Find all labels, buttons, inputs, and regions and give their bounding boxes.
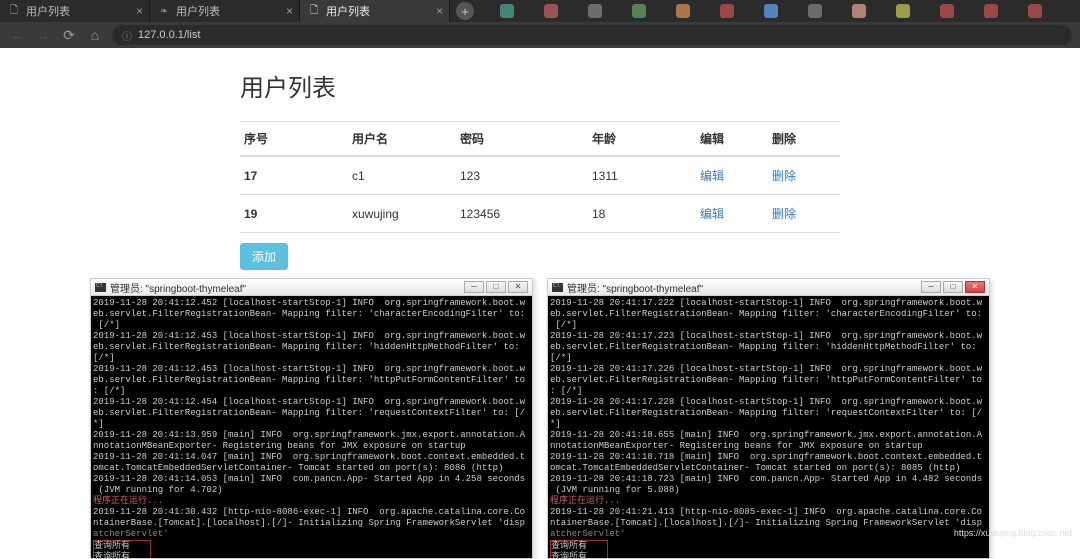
cell-id: 17 (240, 156, 348, 195)
cell-edit: 编辑 (696, 156, 768, 195)
bookmark-icon[interactable] (940, 4, 954, 18)
maximize-button[interactable]: □ (943, 281, 963, 293)
browser-tab-1[interactable]: ❧ 用户列表 × (150, 0, 300, 22)
cmd-icon (95, 283, 106, 292)
cell-delete: 删除 (768, 156, 840, 195)
cell-delete: 删除 (768, 195, 840, 233)
browser-tab-strip: 🗋 用户列表 × ❧ 用户列表 × 🗋 用户列表 × + (0, 0, 1080, 22)
col-username: 用户名 (348, 122, 456, 157)
table-row: 19xuwujing12345618 编辑 删除 (240, 195, 840, 233)
page-icon: 🗋 (308, 5, 320, 17)
user-table: 序号 用户名 密码 年龄 编辑 删除 17c11231311编辑删除19xuwu… (240, 121, 840, 233)
page-title: 用户列表 (240, 68, 840, 103)
bookmark-icon[interactable] (896, 4, 910, 18)
cell-id: 19 (240, 195, 348, 233)
bookmark-icon[interactable] (764, 4, 778, 18)
terminal-window-1: 管理员: "springboot-thymeleaf"─□✕2019-11-28… (547, 278, 990, 559)
url-text: 127.0.0.1/list (138, 29, 200, 41)
bookmark-icon[interactable] (852, 4, 866, 18)
page-icon: 🗋 (8, 5, 20, 17)
bookmark-strip (480, 0, 1080, 22)
browser-tab-0[interactable]: 🗋 用户列表 × (0, 0, 150, 22)
col-delete: 删除 (768, 122, 840, 157)
cell-age: 18 (588, 195, 696, 233)
table-header-row: 序号 用户名 密码 年龄 编辑 删除 (240, 122, 840, 157)
terminal-output[interactable]: 2019-11-28 20:41:17.222 [localhost-start… (548, 296, 989, 558)
edit-link[interactable]: 编辑 (700, 169, 724, 183)
delete-link[interactable]: 删除 (772, 207, 796, 221)
bookmark-icon[interactable] (676, 4, 690, 18)
bookmark-icon[interactable] (1028, 4, 1042, 18)
bookmark-icon[interactable] (984, 4, 998, 18)
info-icon: ⓘ (122, 28, 132, 43)
terminal-window-0: 管理员: "springboot-thymeleaf"─□✕2019-11-28… (90, 278, 533, 559)
terminal-output[interactable]: 2019-11-28 20:41:12.452 [localhost-start… (91, 296, 532, 558)
titlebar[interactable]: 管理员: "springboot-thymeleaf"─□✕ (91, 279, 532, 296)
maximize-button[interactable]: □ (486, 281, 506, 293)
forward-button[interactable]: → (34, 27, 52, 43)
titlebar[interactable]: 管理员: "springboot-thymeleaf"─□✕ (548, 279, 989, 296)
close-icon[interactable]: × (436, 4, 443, 18)
close-icon[interactable]: × (286, 4, 293, 18)
edit-link[interactable]: 编辑 (700, 207, 724, 221)
terminals-row: 管理员: "springboot-thymeleaf"─□✕2019-11-28… (0, 270, 1080, 559)
bookmark-icon[interactable] (808, 4, 822, 18)
cmd-icon (552, 283, 563, 292)
cell-username: c1 (348, 156, 456, 195)
col-id: 序号 (240, 122, 348, 157)
close-icon[interactable]: × (136, 4, 143, 18)
table-row: 17c11231311 编辑 删除 (240, 156, 840, 195)
browser-tab-2[interactable]: 🗋 用户列表 × (300, 0, 450, 22)
reload-button[interactable]: ⟳ (60, 27, 78, 44)
home-button[interactable]: ⌂ (86, 27, 104, 43)
highlight-box: 查询所有 查询所有 (550, 540, 608, 558)
cell-password: 123 (456, 156, 588, 195)
minimize-button[interactable]: ─ (921, 281, 941, 293)
highlight-box: 查询所有 查询所有 (93, 540, 151, 558)
minimize-button[interactable]: ─ (464, 281, 484, 293)
bookmark-icon[interactable] (632, 4, 646, 18)
back-button[interactable]: ← (8, 27, 26, 43)
bookmark-icon[interactable] (720, 4, 734, 18)
leaf-icon: ❧ (158, 5, 170, 17)
col-edit: 编辑 (696, 122, 768, 157)
bookmark-icon[interactable] (500, 4, 514, 18)
close-button[interactable]: ✕ (965, 281, 985, 293)
col-age: 年龄 (588, 122, 696, 157)
cell-username: xuwujing (348, 195, 456, 233)
cell-edit: 编辑 (696, 195, 768, 233)
url-input[interactable]: ⓘ 127.0.0.1/list (112, 25, 1072, 45)
address-bar: ← → ⟳ ⌂ ⓘ 127.0.0.1/list (0, 22, 1080, 48)
cell-age: 1311 (588, 156, 696, 195)
tab-label: 用户列表 (26, 3, 70, 19)
bookmark-icon[interactable] (544, 4, 558, 18)
tab-label: 用户列表 (326, 3, 370, 19)
delete-link[interactable]: 删除 (772, 169, 796, 183)
new-tab-button[interactable]: + (456, 2, 474, 20)
watermark: https://xuwujing.blog.csdn.net (954, 528, 1072, 538)
cell-password: 123456 (456, 195, 588, 233)
bookmark-icon[interactable] (588, 4, 602, 18)
add-button[interactable]: 添加 (240, 243, 288, 270)
window-title: 管理员: "springboot-thymeleaf" (110, 280, 464, 295)
close-button[interactable]: ✕ (508, 281, 528, 293)
col-password: 密码 (456, 122, 588, 157)
window-title: 管理员: "springboot-thymeleaf" (567, 280, 921, 295)
tab-label: 用户列表 (176, 3, 220, 19)
page-content: 用户列表 序号 用户名 密码 年龄 编辑 删除 17c11231311编辑删除1… (0, 48, 1080, 270)
